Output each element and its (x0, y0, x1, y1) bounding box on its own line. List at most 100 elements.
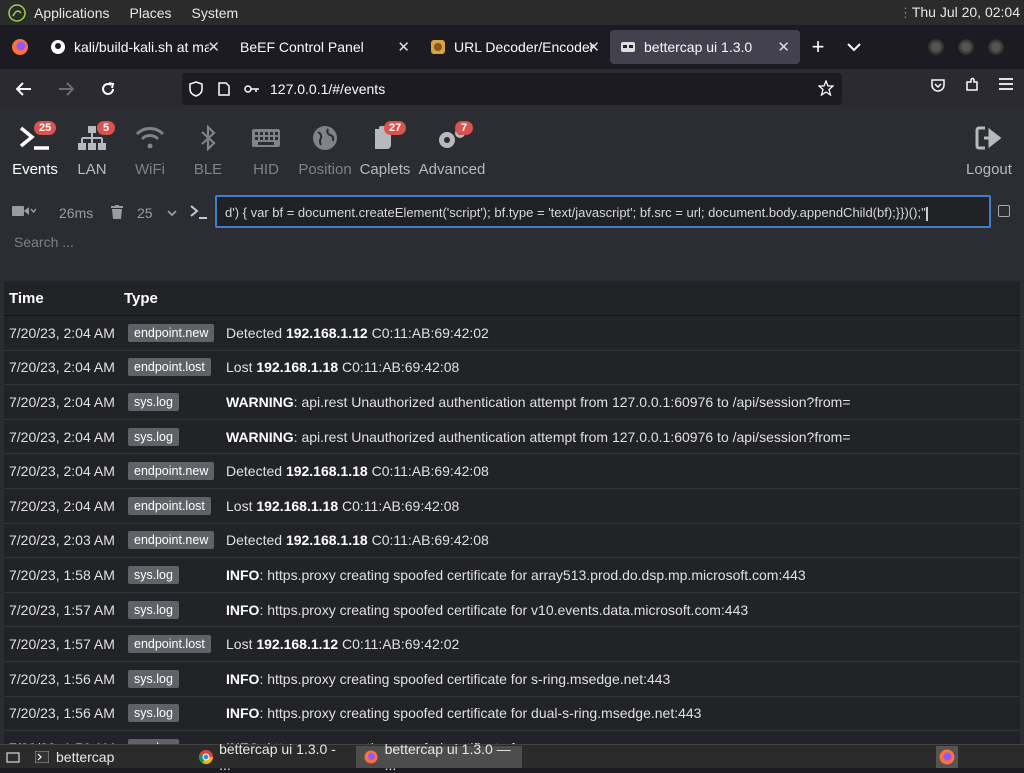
hamburger-menu-icon[interactable] (998, 77, 1014, 91)
event-type-badge[interactable]: sys.log (128, 600, 179, 619)
shield-icon[interactable] (182, 81, 210, 97)
text-cursor (925, 206, 928, 221)
table-row[interactable]: 7/20/23, 2:04 AM endpoint.new Detected 192… (4, 316, 1020, 351)
bookmark-star-icon[interactable] (817, 79, 835, 99)
table-row[interactable]: 7/20/23, 1:57 AM sys.log INFO: https.proxy… (4, 593, 1020, 628)
event-type-cell: endpoint.new (128, 531, 226, 550)
reload-button[interactable] (90, 73, 126, 105)
menu-places[interactable]: Places (130, 5, 172, 21)
event-time: 7/20/23, 1:56 AM (9, 670, 115, 687)
event-description: Detected 192.168.1.12 C0:11:AB:69:42:02 (226, 325, 489, 341)
key-icon[interactable] (238, 84, 266, 94)
desc-highlight: 192.168.1.18 (285, 463, 368, 480)
search-input[interactable]: Search ... (14, 234, 74, 250)
event-type-badge[interactable]: endpoint.lost (128, 635, 211, 654)
close-icon[interactable]: ✕ (777, 38, 790, 56)
browser-navbar: 127.0.0.1/#/events (0, 69, 1024, 109)
desc-highlight: INFO (226, 601, 260, 618)
back-button[interactable] (6, 73, 42, 105)
firefox-view-icon[interactable] (0, 25, 40, 69)
page-icon (210, 82, 238, 96)
menu-applications[interactable]: Applications (34, 5, 110, 21)
tab-title: BeEF Control Panel (240, 39, 364, 55)
desc-prefix: Detected (226, 532, 286, 549)
url-text[interactable]: 127.0.0.1/#/events (270, 81, 385, 97)
new-tab-button[interactable]: + (800, 29, 836, 65)
list-tabs-button[interactable] (836, 29, 872, 65)
event-description: Lost 192.168.1.18 C0:11:AB:69:42:08 (226, 498, 459, 514)
tab-bettercap[interactable]: bettercap ui 1.3.0 ✕ (610, 30, 800, 64)
clock[interactable]: Thu Jul 20, 02:04 (912, 4, 1020, 20)
close-icon[interactable]: ✕ (587, 38, 600, 56)
tab-title: kali/build-kali.sh at ma (74, 39, 209, 55)
github-icon (50, 39, 66, 55)
close-icon[interactable]: ✕ (397, 38, 410, 56)
limit-select[interactable]: 25 (137, 205, 177, 221)
tab-url-decoder[interactable]: URL Decoder/Encoder ✕ (420, 30, 610, 64)
table-row[interactable]: 7/20/23, 2:04 AM sys.log WARNING: api.rest… (4, 385, 1020, 420)
table-row[interactable]: 7/20/23, 1:57 AM endpoint.lost Lost 192.16… (4, 627, 1020, 662)
desc-suffix: : https.proxy creating spoofed certifica… (259, 566, 806, 583)
event-type-badge[interactable]: endpoint.lost (128, 496, 211, 515)
forward-button[interactable] (48, 73, 84, 105)
arrow-left-icon (16, 82, 31, 96)
command-input[interactable]: d') { var bf = document.createElement('s… (215, 195, 991, 228)
terminal-icon (34, 749, 50, 765)
collapse-toggle-button[interactable] (998, 205, 1010, 217)
tab-beef[interactable]: BeEF Control Panel ✕ (230, 30, 420, 64)
limit-value: 25 (137, 205, 153, 221)
table-row[interactable]: 7/20/23, 2:03 AM endpoint.new Detected 192… (4, 524, 1020, 559)
desc-suffix: C0:11:AB:69:42:08 (338, 359, 460, 376)
url-bar[interactable]: 127.0.0.1/#/events (182, 73, 842, 105)
table-row[interactable]: 7/20/23, 2:04 AM sys.log WARNING: api.rest… (4, 420, 1020, 455)
desc-suffix: : api.rest Unauthorized authentication a… (293, 428, 851, 445)
extensions-icon[interactable] (964, 77, 980, 93)
bettercap-app: 25 Events 5 LAN WiFi BLE HID Position 27… (0, 109, 1024, 744)
task-firefox[interactable]: bettercap ui 1.3.0 — ... (356, 741, 522, 773)
table-header: Time Type (4, 281, 1020, 316)
tray-firefox-icon[interactable] (936, 746, 958, 768)
event-type-badge[interactable]: endpoint.lost (128, 358, 211, 377)
nav-caplets[interactable]: 27 Caplets (350, 121, 420, 178)
menu-system[interactable]: System (192, 5, 239, 21)
event-time: 7/20/23, 1:57 AM (9, 601, 115, 618)
close-icon[interactable]: ✕ (207, 38, 220, 56)
table-row[interactable]: 7/20/23, 2:04 AM endpoint.lost Lost 192.16… (4, 351, 1020, 386)
event-type-badge[interactable]: sys.log (128, 565, 179, 584)
event-type-badge[interactable]: sys.log (128, 427, 179, 446)
event-type-badge[interactable]: sys.log (128, 392, 179, 411)
panel-separator: ⋮ (899, 5, 912, 20)
event-time: 7/20/23, 2:04 AM (9, 497, 115, 514)
event-time: 7/20/23, 1:58 AM (9, 566, 115, 583)
nav-logout[interactable]: Logout (954, 123, 1024, 178)
nav-advanced[interactable]: 7 Advanced (417, 121, 487, 178)
video-toggle[interactable] (12, 205, 36, 217)
desc-suffix: : https.proxy creating spoofed certifica… (259, 601, 749, 618)
event-type-badge[interactable]: endpoint.new (128, 323, 215, 342)
clear-events-button[interactable] (111, 205, 123, 219)
task-bettercap-terminal[interactable]: bettercap (26, 746, 186, 768)
table-row[interactable]: 7/20/23, 1:56 AM sys.log INFO: https.proxy… (4, 697, 1020, 732)
task-chrome[interactable]: bettercap ui 1.3.0 - ... (190, 741, 352, 773)
pocket-icon[interactable] (930, 77, 946, 93)
event-type-badge[interactable]: sys.log (128, 669, 179, 688)
event-type-badge[interactable]: endpoint.new (128, 531, 215, 550)
table-row[interactable]: 7/20/23, 1:58 AM sys.log INFO: https.proxy… (4, 558, 1020, 593)
event-type-badge[interactable]: endpoint.new (128, 462, 215, 481)
event-description: INFO: https.proxy creating spoofed certi… (226, 602, 748, 618)
table-row[interactable]: 7/20/23, 2:04 AM endpoint.new Detected 192… (4, 454, 1020, 489)
kali-logo-icon[interactable] (8, 3, 26, 22)
tab-github[interactable]: kali/build-kali.sh at ma ✕ (40, 30, 230, 64)
maximize-button[interactable] (958, 39, 974, 55)
table-row[interactable]: 7/20/23, 1:56 AM sys.log INFO: https.proxy… (4, 662, 1020, 697)
table-row[interactable]: 7/20/23, 2:04 AM endpoint.lost Lost 192.16… (4, 489, 1020, 524)
close-window-button[interactable] (988, 39, 1004, 55)
event-type-cell: endpoint.lost (128, 358, 226, 377)
event-type-badge[interactable]: sys.log (128, 704, 179, 723)
header-time[interactable]: Time (4, 290, 124, 307)
event-time: 7/20/23, 2:04 AM (9, 463, 115, 480)
header-type[interactable]: Type (124, 290, 158, 307)
event-type-cell: sys.log (128, 669, 226, 688)
minimize-button[interactable] (928, 39, 944, 55)
show-desktop-button[interactable] (0, 746, 26, 768)
